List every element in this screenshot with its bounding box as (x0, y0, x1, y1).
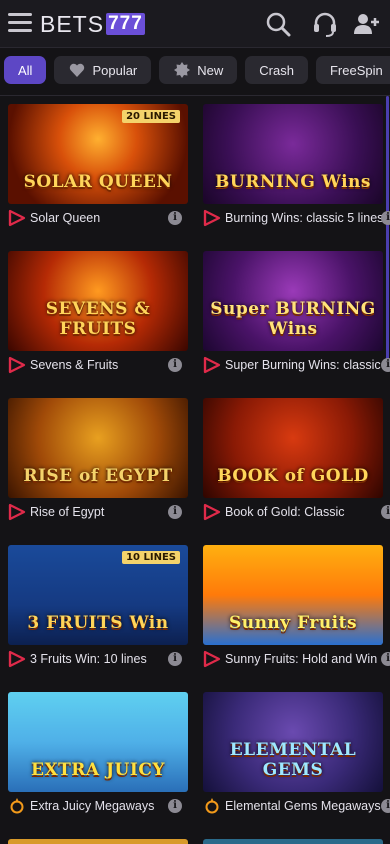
game-name[interactable]: Solar Queen (30, 211, 170, 225)
game-art-title: 3 FRUITS Win (27, 613, 169, 633)
playson-provider-icon (8, 356, 26, 374)
filter-new[interactable]: New (159, 56, 238, 84)
scrollbar[interactable] (386, 96, 389, 366)
menu-icon[interactable] (8, 13, 32, 33)
info-icon[interactable]: i (381, 505, 390, 519)
playson-provider-icon (8, 650, 26, 668)
info-icon[interactable]: i (381, 211, 390, 225)
game-art-title: SOLAR QUEEN (23, 172, 173, 192)
game-card[interactable]: Sunny Fruits Sunny Fruits: Hold and Win i (203, 545, 390, 668)
game-art-title: Super BURNING Wins (210, 299, 376, 339)
game-card[interactable]: BOOK of GOLD Book of Gold: Classic i (203, 398, 390, 521)
game-caption: Extra Juicy Megaways i (8, 796, 198, 816)
game-card[interactable]: EXTRA JUICY Extra Juicy Megaways i (8, 692, 188, 814)
game-art-title: BURNING Wins (215, 172, 371, 192)
game-art-title: SEVENS & FRUITS (45, 299, 151, 339)
game-card[interactable]: BURNING Wins Burning Wins: classic 5 line… (203, 104, 390, 227)
search-icon[interactable] (264, 10, 292, 38)
playson-provider-icon (8, 503, 26, 521)
add-user-icon[interactable] (352, 10, 380, 38)
filter-all-label: All (18, 62, 33, 78)
info-icon[interactable]: i (381, 358, 390, 372)
info-icon[interactable]: i (168, 799, 182, 813)
brand-logo[interactable]: BETS 777 (40, 11, 145, 37)
game-name[interactable]: Burning Wins: classic 5 lines (225, 211, 383, 225)
top-header: BETS 777 (0, 0, 390, 48)
game-card[interactable]: SOLAR QUEEN 20 LINES Solar Queen i (8, 104, 188, 227)
game-name[interactable]: Super Burning Wins: classic (225, 358, 383, 372)
filter-all[interactable]: All (4, 56, 47, 84)
filter-crash-label: Crash (259, 62, 294, 78)
game-art-title: Sunny Fruits (228, 613, 358, 633)
heart-icon (68, 61, 86, 79)
logo-text: BETS (40, 10, 105, 37)
logo-sevens: 777 (106, 13, 145, 35)
game-thumbnail[interactable]: Sunny Fruits (203, 545, 383, 645)
game-art-title: RISE of EGYPT (23, 466, 173, 486)
game-art-title: ELEMENTAL GEMS (229, 740, 357, 780)
header-divider (0, 95, 390, 96)
game-thumbnail[interactable]: BURNING Wins (203, 104, 383, 204)
game-name[interactable]: Extra Juicy Megaways (30, 799, 170, 813)
game-thumbnail[interactable]: SEVENS & FRUITS (8, 251, 188, 351)
game-thumbnail[interactable]: SOLAR QUEEN 20 LINES (8, 104, 188, 204)
game-name[interactable]: Elemental Gems Megaways (225, 799, 383, 813)
info-icon[interactable]: i (168, 652, 182, 666)
game-card[interactable]: RISE of EGYPT Rise of Egypt i (8, 398, 188, 521)
game-caption: Super Burning Wins: classic i (203, 355, 390, 375)
filter-popular-label: Popular (92, 62, 138, 78)
filter-popular[interactable]: Popular (54, 56, 152, 84)
info-icon[interactable]: i (168, 358, 182, 372)
game-name[interactable]: Sevens & Fruits (30, 358, 170, 372)
game-name[interactable]: Sunny Fruits: Hold and Win (225, 652, 383, 666)
info-icon[interactable]: i (168, 505, 182, 519)
game-name[interactable]: Book of Gold: Classic (225, 505, 383, 519)
playson-provider-icon (203, 503, 221, 521)
game-card[interactable]: Super BURNING Wins Super Burning Wins: cl… (203, 251, 390, 374)
game-caption: Burning Wins: classic 5 lines i (203, 208, 390, 228)
game-thumbnail[interactable]: ELEMENTAL GEMS (203, 692, 383, 792)
game-name[interactable]: Rise of Egypt (30, 505, 170, 519)
game-caption: 3 Fruits Win: 10 lines i (8, 649, 198, 669)
game-art-title: EXTRA JUICY (30, 760, 166, 780)
playson-provider-icon (203, 356, 221, 374)
game-caption: Rise of Egypt i (8, 502, 198, 522)
game-caption: Solar Queen i (8, 208, 198, 228)
info-icon[interactable]: i (168, 211, 182, 225)
filter-crash[interactable]: Crash (245, 56, 308, 84)
category-filter-bar: All Popular New Crash FreeSpin (4, 56, 390, 86)
game-caption: Sevens & Fruits i (8, 355, 198, 375)
filter-new-label: New (197, 62, 224, 78)
game-thumbnail[interactable]: RISE of EGYPT (8, 398, 188, 498)
game-thumbnail[interactable]: 3 FRUITS Win 10 LINES (8, 545, 188, 645)
new-badge-icon (173, 61, 191, 79)
game-card[interactable]: 3 FRUITS Win 10 LINES 3 Fruits Win: 10 lin… (8, 545, 188, 668)
game-art-title: BOOK of GOLD (217, 466, 369, 486)
game-thumbnail[interactable]: EXTRA JUICY (8, 692, 188, 792)
game-caption: Book of Gold: Classic i (203, 502, 390, 522)
game-card-partial[interactable] (203, 839, 383, 844)
support-headset-icon[interactable] (311, 10, 339, 38)
game-caption: Elemental Gems Megaways i (203, 796, 390, 816)
game-name[interactable]: 3 Fruits Win: 10 lines (30, 652, 170, 666)
game-card[interactable]: SEVENS & FRUITS Sevens & Fruits i (8, 251, 188, 374)
game-card[interactable]: ELEMENTAL GEMS Elemental Gems Megaways i (203, 692, 390, 814)
playson-provider-icon (203, 650, 221, 668)
playson-provider-icon (203, 209, 221, 227)
info-icon[interactable]: i (381, 799, 390, 813)
filter-freespin-label: FreeSpin (329, 62, 383, 78)
game-thumbnail[interactable]: Super BURNING Wins (203, 251, 383, 351)
pragmatic-provider-icon (203, 797, 221, 815)
lines-badge: 20 LINES (122, 110, 180, 123)
playson-provider-icon (8, 209, 26, 227)
filter-freespin[interactable]: FreeSpin (315, 56, 390, 84)
game-card-partial[interactable] (8, 839, 188, 844)
info-icon[interactable]: i (381, 652, 390, 666)
game-caption: Sunny Fruits: Hold and Win i (203, 649, 390, 669)
pragmatic-provider-icon (8, 797, 26, 815)
game-thumbnail[interactable]: BOOK of GOLD (203, 398, 383, 498)
lines-badge: 10 LINES (122, 551, 180, 564)
